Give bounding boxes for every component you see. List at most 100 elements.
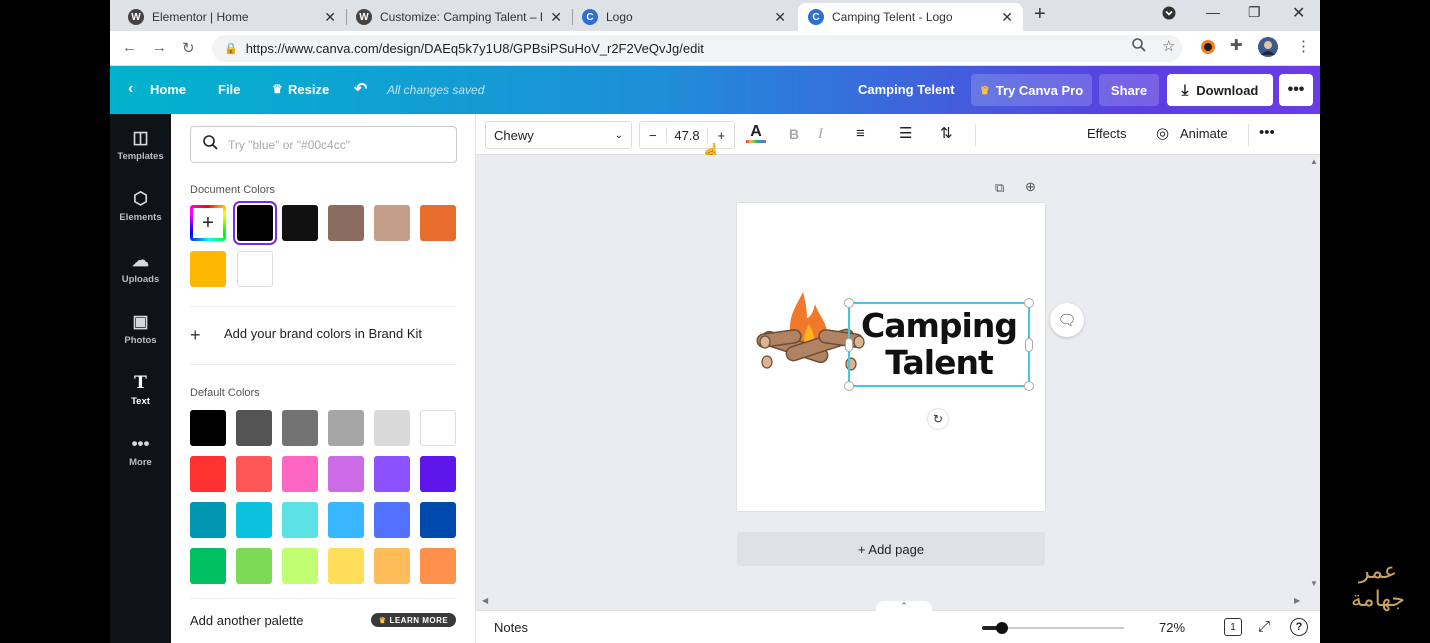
resize-handle[interactable] bbox=[844, 298, 854, 308]
tab-search-icon[interactable] bbox=[1162, 6, 1176, 23]
nav-uploads[interactable]: ☁ Uploads bbox=[110, 251, 171, 285]
nav-elements[interactable]: ⬡ Elements bbox=[110, 189, 171, 223]
document-color-swatch[interactable] bbox=[374, 205, 410, 241]
side-handle[interactable] bbox=[845, 338, 853, 352]
back-icon[interactable]: ← bbox=[122, 39, 137, 56]
plus-icon[interactable]: + bbox=[190, 325, 201, 346]
default-color-swatch[interactable] bbox=[236, 502, 272, 538]
document-color-swatch[interactable] bbox=[237, 251, 273, 287]
nav-templates[interactable]: ◫ Templates bbox=[110, 128, 171, 162]
design-title[interactable]: Camping Telent bbox=[858, 82, 955, 97]
try-canva-pro-button[interactable]: ♛ Try Canva Pro bbox=[971, 74, 1092, 106]
default-color-swatch[interactable] bbox=[328, 548, 364, 584]
download-button[interactable]: ⤓ Download bbox=[1167, 74, 1273, 106]
url-field[interactable]: 🔒 https://www.canva.com/design/DAEq5k7y1… bbox=[212, 35, 1182, 62]
spacing-icon[interactable]: ⇅ bbox=[940, 124, 953, 142]
default-color-swatch[interactable] bbox=[190, 410, 226, 446]
page-count-button[interactable]: 1 bbox=[1224, 618, 1242, 636]
tab-camping-telent[interactable]: C Camping Telent - Logo ✕ bbox=[798, 3, 1023, 31]
default-color-swatch[interactable] bbox=[420, 410, 456, 446]
zoom-search-icon[interactable] bbox=[1132, 38, 1146, 56]
fullscreen-icon[interactable]: ⤢ bbox=[1258, 618, 1270, 635]
document-color-swatch[interactable] bbox=[420, 205, 456, 241]
chevron-up-icon[interactable]: ⌃ bbox=[876, 601, 932, 612]
zoom-slider[interactable] bbox=[982, 622, 1124, 634]
zoom-slider-handle[interactable] bbox=[996, 622, 1008, 634]
default-color-swatch[interactable] bbox=[236, 410, 272, 446]
document-color-swatch[interactable] bbox=[190, 251, 226, 287]
color-search-input[interactable]: Try "blue" or "#00c4cc" bbox=[190, 126, 457, 163]
default-color-swatch[interactable] bbox=[374, 456, 410, 492]
puzzle-extensions-icon[interactable]: ✚ bbox=[1230, 36, 1243, 54]
vertical-scrollbar[interactable]: ▲ ▼ bbox=[1308, 155, 1320, 592]
default-color-swatch[interactable] bbox=[374, 548, 410, 584]
document-color-swatch[interactable] bbox=[328, 205, 364, 241]
extension-icon[interactable] bbox=[1200, 39, 1216, 59]
default-color-swatch[interactable] bbox=[282, 502, 318, 538]
more-options-icon[interactable]: ••• bbox=[1259, 124, 1275, 141]
share-button[interactable]: Share bbox=[1099, 74, 1159, 106]
default-color-swatch[interactable] bbox=[282, 410, 318, 446]
window-close-button[interactable]: ✕ bbox=[1292, 3, 1305, 23]
close-icon[interactable]: ✕ bbox=[774, 9, 786, 26]
resize-handle[interactable] bbox=[844, 381, 854, 391]
bold-button[interactable]: B bbox=[789, 126, 799, 142]
close-icon[interactable]: ✕ bbox=[550, 9, 562, 26]
font-family-dropdown[interactable]: Chewy ⌄ bbox=[485, 121, 632, 149]
resize-handle[interactable] bbox=[1024, 381, 1034, 391]
text-selection-box[interactable]: Camping Talent bbox=[844, 298, 1034, 391]
default-color-swatch[interactable] bbox=[374, 502, 410, 538]
nav-photos[interactable]: ▣ Photos bbox=[110, 312, 171, 346]
default-color-swatch[interactable] bbox=[328, 456, 364, 492]
bookmark-star-icon[interactable]: ☆ bbox=[1162, 37, 1175, 55]
tab-elementor[interactable]: W Elementor | Home ✕ bbox=[118, 3, 346, 31]
align-center-icon[interactable]: ≡ bbox=[856, 125, 865, 142]
brand-kit-link[interactable]: Add your brand colors in Brand Kit bbox=[224, 326, 422, 341]
resize-handle[interactable] bbox=[1024, 298, 1034, 308]
chevron-left-icon[interactable]: ‹ bbox=[128, 80, 133, 98]
duplicate-page-icon[interactable]: ⧉ bbox=[995, 180, 1004, 196]
default-color-swatch[interactable] bbox=[190, 548, 226, 584]
default-color-swatch[interactable] bbox=[328, 502, 364, 538]
more-options-button[interactable]: ••• bbox=[1279, 74, 1313, 106]
tab-customize[interactable]: W Customize: Camping Talent – Eve ✕ bbox=[346, 3, 572, 31]
nav-text[interactable]: T Text bbox=[110, 373, 171, 407]
default-color-swatch[interactable] bbox=[328, 410, 364, 446]
chrome-menu-icon[interactable]: ⋮ bbox=[1296, 37, 1311, 55]
text-color-button[interactable]: A bbox=[746, 123, 766, 143]
home-button[interactable]: Home bbox=[150, 82, 186, 97]
italic-button[interactable]: I bbox=[818, 126, 823, 143]
design-page[interactable]: Camping Talent ↻ bbox=[737, 203, 1045, 511]
zoom-level[interactable]: 72% bbox=[1159, 620, 1185, 635]
decrease-size-button[interactable]: − bbox=[640, 128, 666, 143]
add-color-button[interactable]: + bbox=[190, 205, 226, 241]
close-icon[interactable]: ✕ bbox=[1001, 9, 1013, 26]
default-color-swatch[interactable] bbox=[190, 502, 226, 538]
help-icon[interactable]: ? bbox=[1290, 618, 1308, 636]
list-icon[interactable]: ☰ bbox=[899, 124, 912, 142]
file-menu[interactable]: File bbox=[218, 82, 240, 97]
tab-logo[interactable]: C Logo ✕ bbox=[572, 3, 796, 31]
font-size-input[interactable]: 47.8 bbox=[665, 127, 709, 143]
increase-size-button[interactable]: + bbox=[708, 128, 734, 143]
animate-button[interactable]: Animate bbox=[1180, 126, 1228, 141]
default-color-swatch[interactable] bbox=[374, 410, 410, 446]
logo-text[interactable]: Camping Talent bbox=[850, 307, 1028, 381]
notes-button[interactable]: Notes bbox=[494, 620, 528, 635]
rotate-icon[interactable]: ↻ bbox=[928, 409, 948, 429]
close-icon[interactable]: ✕ bbox=[324, 9, 336, 26]
forward-icon[interactable]: → bbox=[152, 39, 167, 56]
add-page-button[interactable]: + Add page bbox=[737, 532, 1045, 566]
default-color-swatch[interactable] bbox=[282, 548, 318, 584]
side-handle[interactable] bbox=[1025, 338, 1033, 352]
effects-button[interactable]: Effects bbox=[1087, 126, 1127, 141]
reload-icon[interactable]: ↻ bbox=[182, 39, 195, 57]
nav-more[interactable]: ••• More bbox=[110, 434, 171, 468]
document-color-swatch[interactable] bbox=[237, 205, 273, 241]
default-color-swatch[interactable] bbox=[282, 456, 318, 492]
learn-more-button[interactable]: ♛ LEARN MORE bbox=[371, 613, 456, 627]
minimize-button[interactable]: — bbox=[1206, 4, 1220, 20]
default-color-swatch[interactable] bbox=[236, 456, 272, 492]
profile-avatar[interactable] bbox=[1258, 37, 1278, 61]
undo-icon[interactable]: ↶ bbox=[354, 79, 367, 99]
